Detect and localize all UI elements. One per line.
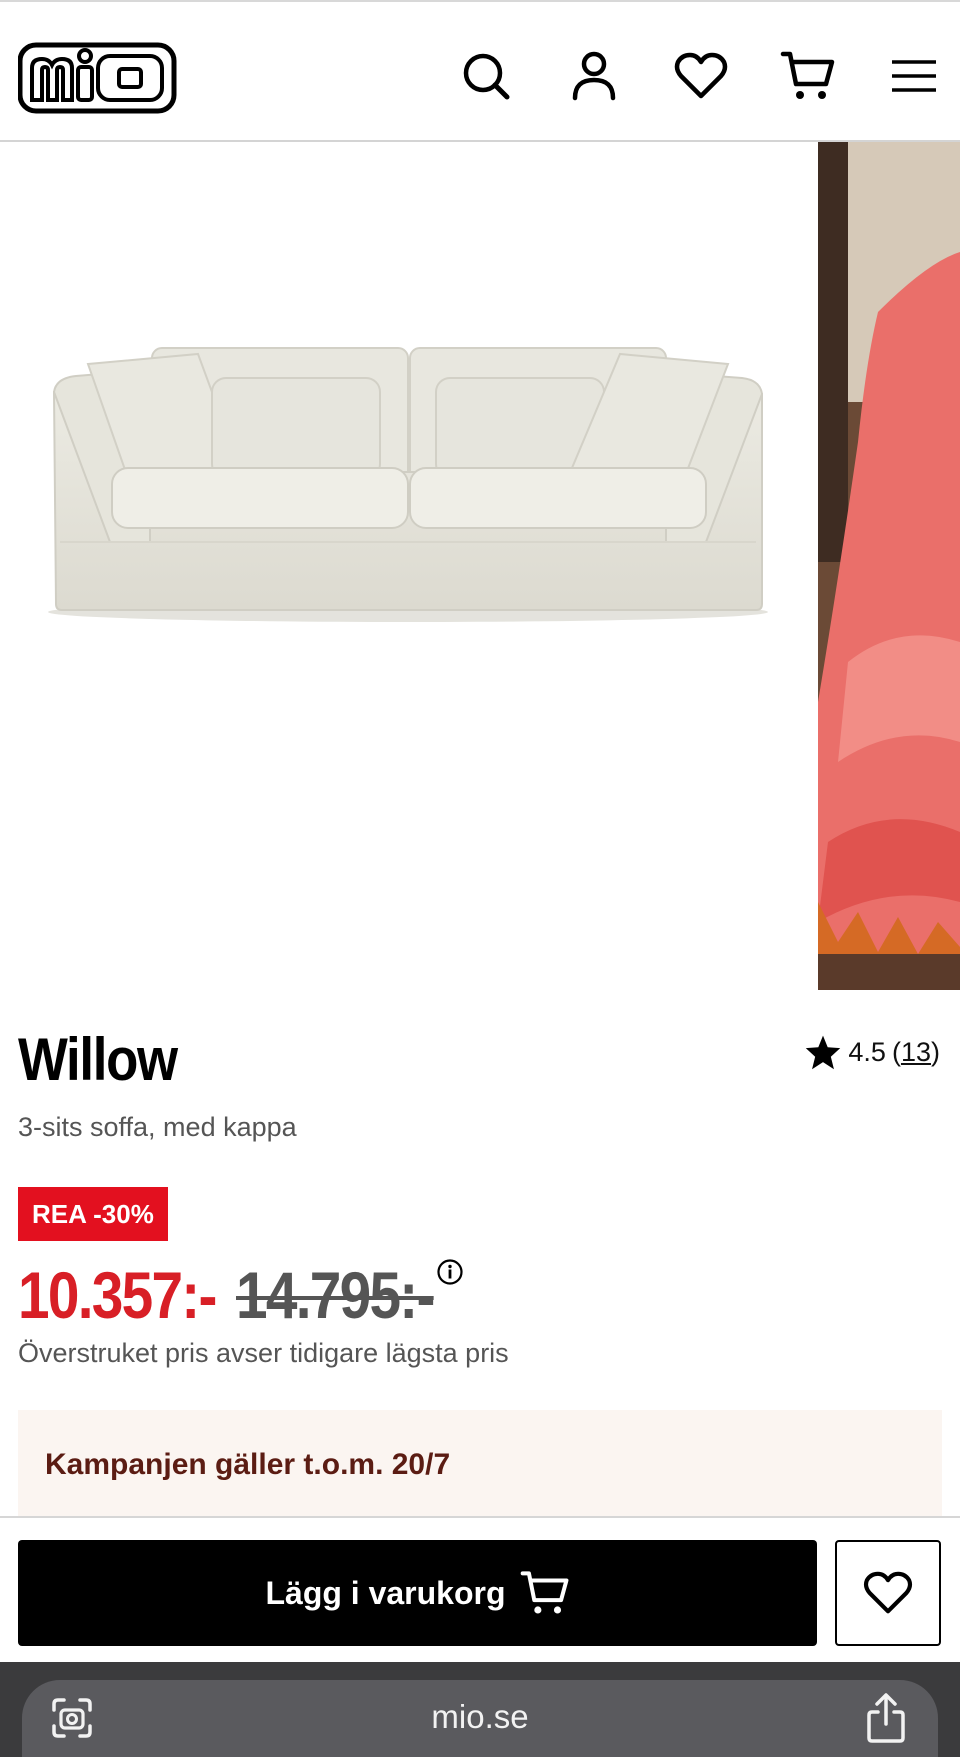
product-gallery[interactable] [0, 142, 960, 990]
current-price: 10.357:- [18, 1258, 217, 1332]
product-subtitle: 3-sits soffa, med kappa [18, 1112, 297, 1142]
star-icon [806, 1035, 841, 1070]
rating-value: 4.5 [848, 1036, 886, 1067]
search-icon[interactable] [456, 46, 516, 106]
pink-throw-photo[interactable] [818, 142, 960, 990]
sale-badge: REA -30% [18, 1187, 168, 1241]
info-icon[interactable] [436, 1258, 464, 1286]
add-to-wishlist-button[interactable] [835, 1540, 941, 1646]
add-to-cart-button[interactable]: Lägg i varukorg [18, 1540, 817, 1646]
url-text[interactable]: mio.se [22, 1698, 938, 1736]
browser-toolbar: mio.se [0, 1662, 960, 1757]
campaign-banner: Kampanjen gäller t.o.m. 20/7 [18, 1410, 942, 1520]
address-bar[interactable]: mio.se [22, 1680, 938, 1757]
share-icon[interactable] [864, 1692, 908, 1744]
site-header [0, 0, 960, 142]
product-title: Willow [18, 1026, 178, 1093]
price-row: 10.357:- 14.795:- [18, 1258, 435, 1332]
review-count-wrapper[interactable]: (13) [892, 1037, 940, 1068]
campaign-text: Kampanjen gäller t.o.m. 20/7 [45, 1448, 451, 1481]
product-rating[interactable]: 4.5 (13) [804, 1034, 940, 1070]
price-note: Överstruket pris avser tidigare lägsta p… [18, 1338, 509, 1368]
heart-icon [863, 1571, 913, 1614]
mio-logo[interactable] [17, 42, 178, 114]
cart-icon [520, 1571, 568, 1614]
sofa-photo[interactable] [0, 142, 818, 990]
add-to-cart-label: Lägg i varukorg [265, 1574, 506, 1611]
review-count[interactable]: 13 [901, 1037, 931, 1067]
purchase-bar: Lägg i varukorg [0, 1516, 960, 1662]
account-icon[interactable] [564, 46, 624, 106]
heart-icon[interactable] [671, 46, 731, 106]
previous-price: 14.795:- [236, 1258, 435, 1332]
cart-icon[interactable] [778, 46, 838, 106]
menu-icon[interactable] [884, 46, 944, 106]
